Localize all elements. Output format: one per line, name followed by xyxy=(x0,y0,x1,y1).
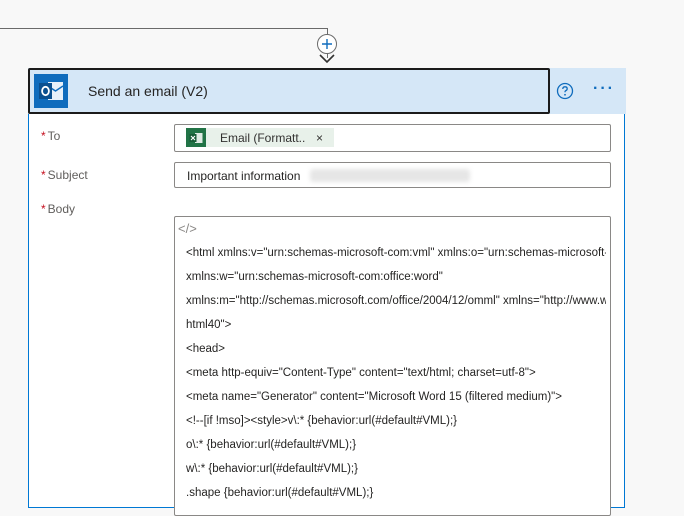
close-icon[interactable]: × xyxy=(316,131,323,145)
outlook-icon xyxy=(34,74,68,108)
subject-redacted xyxy=(310,169,470,182)
arrow-down-icon xyxy=(319,54,335,64)
plus-icon xyxy=(322,39,332,49)
code-line: .shape {behavior:url(#default#VML);} xyxy=(186,487,374,499)
dynamic-content-token[interactable]: Email (Formatt... × xyxy=(186,128,334,147)
subject-field[interactable]: Important information xyxy=(174,162,611,188)
code-line: html40"> xyxy=(186,319,232,331)
code-line: xmlns:m="http://schemas.microsoft.com/of… xyxy=(186,295,606,307)
help-circle-icon[interactable] xyxy=(556,82,574,100)
body-label: * Body xyxy=(41,202,76,216)
to-label: * To xyxy=(41,129,61,143)
add-step-button[interactable] xyxy=(317,34,337,54)
code-line: w\:* {behavior:url(#default#VML);} xyxy=(186,463,358,475)
code-line: <html xmlns:v="urn:schemas-microsoft-com… xyxy=(186,247,606,259)
body-editor[interactable]: </> <html xmlns:v="urn:schemas-microsoft… xyxy=(174,216,611,516)
action-title-bar[interactable]: Send an email (V2) xyxy=(28,68,550,114)
action-card-header[interactable]: Send an email (V2) ··· xyxy=(28,68,626,114)
code-line: <!--[if !mso]><style>v\:* {behavior:url(… xyxy=(186,415,458,427)
action-title: Send an email (V2) xyxy=(88,83,208,99)
code-view-toggle-icon[interactable]: </> xyxy=(178,221,197,236)
more-options-button[interactable]: ··· xyxy=(590,78,618,102)
code-line: <meta name="Generator" content="Microsof… xyxy=(186,391,562,403)
subject-label: * Subject xyxy=(41,168,88,182)
code-line: xmlns:w="urn:schemas-microsoft-com:offic… xyxy=(186,271,443,283)
body-code-content[interactable]: <html xmlns:v="urn:schemas-microsoft-com… xyxy=(186,241,606,505)
code-line: o\:* {behavior:url(#default#VML);} xyxy=(186,439,357,451)
to-field[interactable]: Email (Formatt... × xyxy=(174,124,611,152)
excel-icon xyxy=(186,128,206,147)
flow-connector-line xyxy=(0,28,328,29)
action-card: Send an email (V2) ··· * To Email (Format… xyxy=(28,68,626,516)
subject-value: Important information xyxy=(187,169,301,183)
token-label: Email (Formatt... xyxy=(220,130,306,145)
code-line: <meta http-equiv="Content-Type" content=… xyxy=(186,367,536,379)
code-line: <head> xyxy=(186,343,226,355)
